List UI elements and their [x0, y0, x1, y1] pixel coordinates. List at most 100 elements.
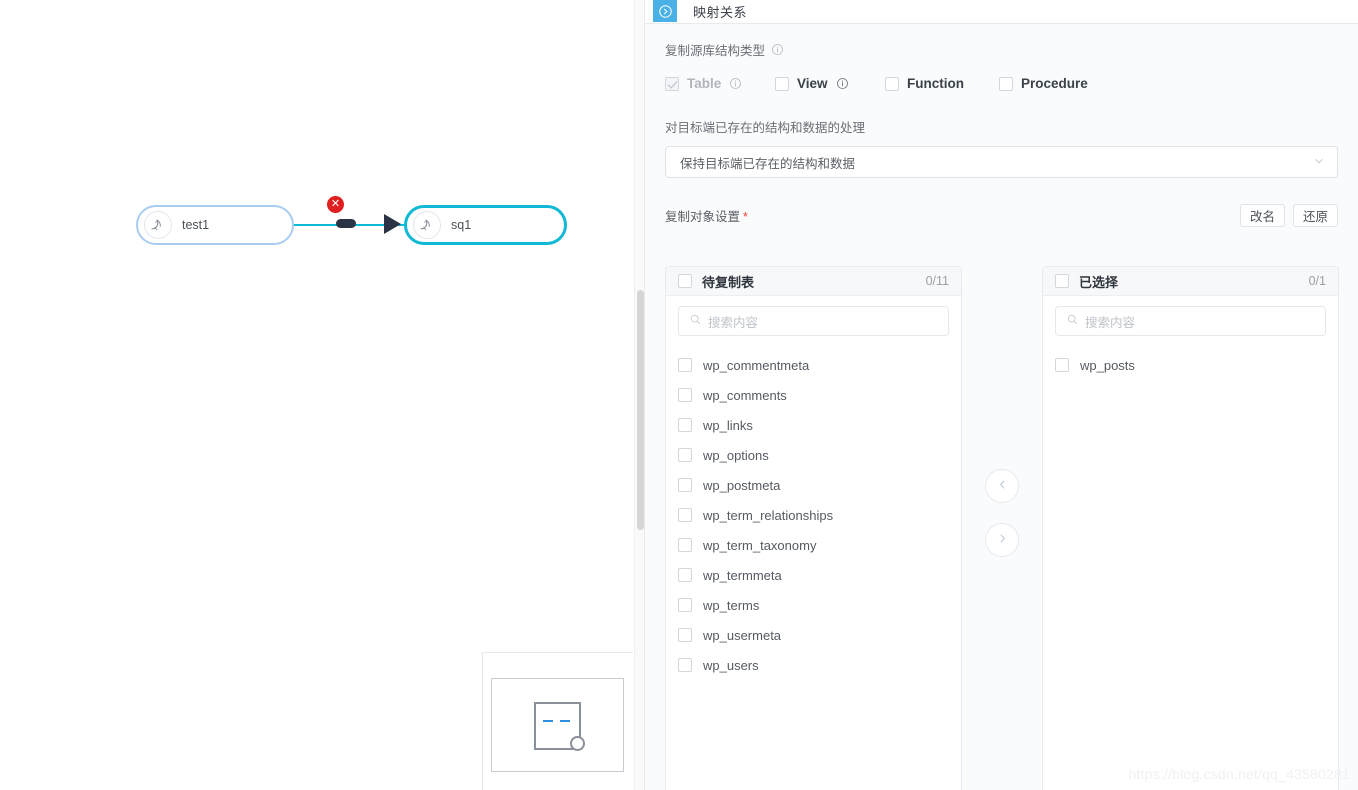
source-type-section: 复制源库结构类型 Table View Function Procedure — [665, 40, 1338, 91]
connection-midpoint-handle[interactable] — [336, 219, 356, 228]
list-item-label: wp_options — [703, 447, 769, 463]
watermark: https://blog.csdn.net/qq_43580281 — [1128, 766, 1350, 782]
transfer-selected-search-placeholder: 搜索内容 — [1085, 315, 1136, 330]
list-item[interactable]: wp_links — [666, 410, 961, 440]
panel-header: 映射关系 — [645, 0, 1358, 24]
list-item-checkbox[interactable] — [678, 358, 692, 372]
transfer-selected-search-wrap: 搜索内容 — [1043, 296, 1338, 336]
chevron-right-circle-icon[interactable] — [653, 0, 677, 22]
list-item-checkbox[interactable] — [678, 568, 692, 582]
canvas-minimap[interactable] — [482, 652, 633, 790]
copy-objects-actions: 改名 还原 — [1239, 203, 1338, 227]
list-item[interactable]: wp_terms — [666, 590, 961, 620]
minimap-viewport[interactable] — [491, 678, 624, 772]
list-item-checkbox[interactable] — [678, 418, 692, 432]
transfer-source-items: wp_commentmeta wp_comments wp_links wp_o… — [666, 336, 961, 688]
canvas-scrollbar[interactable] — [634, 0, 644, 790]
flow-node-target[interactable]: sq1 — [404, 205, 567, 245]
list-item[interactable]: wp_posts — [1043, 350, 1338, 380]
checkbox-function-box[interactable] — [885, 76, 899, 91]
transfer-source-select-all-checkbox[interactable] — [678, 274, 692, 288]
panel-body: 复制源库结构类型 Table View Function Procedure 对… — [645, 40, 1358, 790]
list-item-checkbox[interactable] — [678, 508, 692, 522]
checkbox-view-label: View — [797, 76, 828, 91]
error-circle-icon[interactable]: ✕ — [327, 196, 344, 213]
destination-handling-value: 保持目标端已存在的结构和数据 — [680, 156, 856, 171]
resize-handle-icon[interactable] — [570, 736, 585, 751]
flow-node-source[interactable]: test1 — [136, 205, 294, 245]
panel-title: 映射关系 — [693, 5, 748, 20]
search-icon — [1066, 313, 1079, 329]
list-item-checkbox[interactable] — [678, 448, 692, 462]
canvas-scrollbar-thumb[interactable] — [637, 290, 644, 530]
copy-objects-label: 复制对象设置 * — [665, 206, 748, 225]
chevron-left-icon — [996, 478, 1009, 494]
list-item-checkbox[interactable] — [1055, 358, 1069, 372]
list-item-checkbox[interactable] — [678, 538, 692, 552]
list-item-label: wp_commentmeta — [703, 357, 810, 373]
chevron-down-icon[interactable] — [1312, 154, 1326, 171]
transfer-selected-select-all-checkbox[interactable] — [1055, 274, 1069, 288]
flow-node-target-label: sq1 — [451, 218, 472, 232]
transfer-source-header: 待复制表 0/11 — [666, 267, 961, 296]
info-icon[interactable] — [729, 77, 742, 90]
list-item-label: wp_usermeta — [703, 627, 782, 643]
list-item-checkbox[interactable] — [678, 478, 692, 492]
error-glyph: ✕ — [330, 198, 341, 210]
list-item-label: wp_term_relationships — [703, 507, 834, 523]
checkbox-view[interactable]: View — [775, 76, 885, 91]
checkbox-table-label: Table — [687, 76, 722, 91]
transfer-source-title: 待复制表 — [702, 274, 755, 290]
transfer-source-search-placeholder: 搜索内容 — [708, 315, 759, 330]
list-item-label: wp_links — [703, 417, 753, 433]
checkbox-procedure-label: Procedure — [1021, 76, 1088, 91]
list-item[interactable]: wp_usermeta — [666, 620, 961, 650]
transfer-to-right-button[interactable] — [985, 523, 1019, 557]
list-item[interactable]: wp_term_relationships — [666, 500, 961, 530]
transfer-source-list: 待复制表 0/11 搜索内容 wp_commentmeta wp_comment… — [665, 266, 962, 790]
list-item-label: wp_postmeta — [703, 477, 781, 493]
list-item[interactable]: wp_options — [666, 440, 961, 470]
checkbox-table-box[interactable] — [665, 76, 679, 91]
destination-handling-select[interactable]: 保持目标端已存在的结构和数据 — [665, 146, 1338, 178]
checkbox-function-label: Function — [907, 76, 964, 91]
transfer-selected-search-input[interactable]: 搜索内容 — [1055, 306, 1326, 336]
required-asterisk: * — [743, 209, 748, 224]
list-item-label: wp_termmeta — [703, 567, 782, 583]
flow-canvas[interactable]: ✕ test1 sq1 — [0, 0, 644, 790]
chevron-right-icon — [996, 532, 1009, 548]
list-item[interactable]: wp_termmeta — [666, 560, 961, 590]
list-item-checkbox[interactable] — [678, 628, 692, 642]
rename-button[interactable]: 改名 — [1239, 203, 1285, 227]
flow-node-source-label: test1 — [182, 218, 210, 232]
list-item[interactable]: wp_postmeta — [666, 470, 961, 500]
restore-button[interactable]: 还原 — [1292, 203, 1338, 227]
copy-objects-header-row: 复制对象设置 * 改名 还原 — [665, 202, 1338, 228]
list-item-checkbox[interactable] — [678, 388, 692, 402]
list-item[interactable]: wp_commentmeta — [666, 350, 961, 380]
arrow-right-icon — [384, 214, 401, 234]
checkbox-table[interactable]: Table — [665, 76, 775, 91]
info-icon[interactable] — [836, 77, 849, 90]
info-icon[interactable] — [771, 43, 784, 56]
checkbox-procedure[interactable]: Procedure — [999, 76, 1088, 91]
list-item-checkbox[interactable] — [678, 598, 692, 612]
checkbox-procedure-box[interactable] — [999, 76, 1013, 91]
transfer-source-search-input[interactable]: 搜索内容 — [678, 306, 949, 336]
list-item[interactable]: wp_term_taxonomy — [666, 530, 961, 560]
list-item[interactable]: wp_comments — [666, 380, 961, 410]
list-item-label: wp_users — [703, 657, 759, 673]
transfer-controls — [962, 266, 1042, 790]
transfer-source-search-wrap: 搜索内容 — [666, 296, 961, 336]
list-item-label: wp_term_taxonomy — [703, 537, 817, 553]
list-item-checkbox[interactable] — [678, 658, 692, 672]
transfer-selected-header: 已选择 0/1 — [1043, 267, 1338, 296]
minimap-node-marker — [560, 720, 570, 722]
checkbox-view-box[interactable] — [775, 76, 789, 91]
minimap-node-marker — [543, 720, 553, 722]
list-item[interactable]: wp_users — [666, 650, 961, 680]
source-type-checkbox-group: Table View Function Procedure — [665, 76, 1338, 91]
transfer-selected-list: 已选择 0/1 搜索内容 wp_posts — [1042, 266, 1339, 790]
transfer-to-left-button[interactable] — [985, 469, 1019, 503]
checkbox-function[interactable]: Function — [885, 76, 999, 91]
